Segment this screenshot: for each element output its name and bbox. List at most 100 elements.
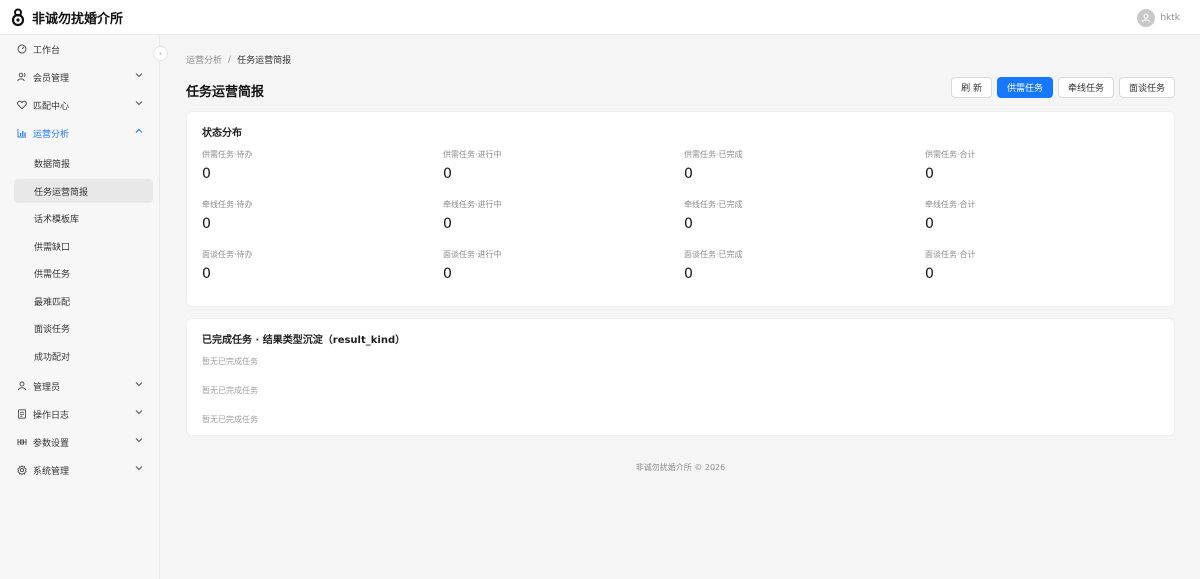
stat-label: 面谈任务·合计: [925, 250, 976, 259]
stat-item: 供需任务·合计 0: [925, 149, 1125, 182]
completed-tasks-card: 已完成任务 · 结果类型沉淀（result_kind） 暂无已完成任务 暂无已完…: [186, 318, 1175, 436]
sidebar-subitem-label: 面谈任务: [34, 324, 71, 335]
sidebar-item-label: 会员管理: [33, 73, 70, 84]
refresh-button[interactable]: 刷 新: [951, 77, 992, 98]
stat-item: 供需任务·进行中 0: [443, 149, 643, 182]
breadcrumb-parent[interactable]: 运营分析: [186, 53, 222, 66]
user-menu[interactable]: hktk: [1137, 9, 1180, 27]
chevron-down-icon: [135, 410, 143, 415]
sidebar-item-label: 管理员: [33, 382, 61, 393]
sidebar-item-parameters[interactable]: 参数设置: [14, 430, 153, 454]
sidebar-subitem-label: 话术模板库: [34, 214, 80, 225]
stat-item: 牵线任务·已完成 0: [684, 199, 884, 232]
stat-label: 供需任务·待办: [202, 150, 253, 159]
stat-label: 供需任务·已完成: [684, 150, 743, 159]
sidebar-subitem-supply-gap[interactable]: 供需缺口: [14, 234, 153, 258]
sidebar-subitem-script-templates[interactable]: 话术模板库: [14, 206, 153, 230]
sidebar-item-system[interactable]: 系统管理: [14, 458, 153, 482]
stat-item: 面谈任务·待办 0: [202, 249, 402, 282]
interview-tasks-button[interactable]: 面谈任务: [1118, 77, 1175, 98]
main-content: 运营分析 / 任务运营简报 任务运营简报 刷 新 供需任务 牵线任务 面谈任务 …: [161, 35, 1200, 579]
status-distribution-card: 状态分布 供需任务·待办 0 供需任务·进行中 0 供需任务·已完成 0 供需任务·合…: [186, 111, 1175, 307]
stat-item: 面谈任务·合计 0: [925, 249, 1125, 282]
sidebar-subitem-label: 最难匹配: [34, 297, 71, 308]
chevron-down-icon: [135, 382, 143, 387]
stat-value: 0: [684, 166, 693, 182]
logo[interactable]: 非诚勿扰婚介所: [0, 8, 123, 27]
stat-label: 面谈任务·已完成: [684, 250, 743, 259]
sidebar-item-matching[interactable]: 匹配中心: [14, 93, 153, 117]
sidebar-subitem-successful-pairs[interactable]: 成功配对: [14, 344, 153, 368]
breadcrumb: 运营分析 / 任务运营简报: [186, 53, 291, 67]
sidebar-item-admins[interactable]: 管理员: [14, 374, 153, 398]
sidebar-subitem-interview-tasks[interactable]: 面谈任务: [14, 316, 153, 340]
stat-label: 面谈任务·进行中: [443, 250, 502, 259]
user-avatar-icon: [1142, 13, 1151, 23]
app-title: 非诚勿扰婚介所: [32, 11, 124, 27]
page-title: 任务运营简报: [186, 85, 265, 100]
username: hktk: [1160, 13, 1180, 23]
chevron-left-icon: ‹: [158, 49, 163, 58]
sidebar-item-members[interactable]: 会员管理: [14, 65, 153, 89]
sidebar-subitem-hardest-match[interactable]: 最难匹配: [14, 289, 153, 313]
sidebar: 工作台 会员管理 匹配中心 运营分析 数据简报 任务运营简报 话术模板库 供需缺…: [0, 35, 160, 579]
sidebar-subitem-task-brief[interactable]: 任务运营简报: [14, 179, 153, 203]
sliders-icon: [17, 437, 27, 447]
stat-value: 0: [202, 166, 211, 182]
users-icon: [17, 72, 27, 82]
breadcrumb-separator: /: [228, 54, 232, 65]
stat-label: 牵线任务·待办: [202, 200, 253, 209]
supply-tasks-button[interactable]: 供需任务: [996, 77, 1053, 98]
avatar[interactable]: [1137, 9, 1156, 27]
matchmake-tasks-button[interactable]: 牵线任务: [1057, 77, 1114, 98]
chevron-down-icon: [135, 73, 143, 78]
log-icon: [17, 409, 27, 419]
sidebar-item-label: 工作台: [33, 45, 61, 56]
gear-icon: [17, 465, 27, 475]
sidebar-item-label: 系统管理: [33, 466, 70, 477]
sidebar-collapse-button[interactable]: ‹: [153, 46, 168, 61]
user-icon: [17, 381, 27, 391]
bar-chart-icon: [17, 128, 27, 138]
sidebar-item-label: 运营分析: [33, 129, 70, 140]
card-title: 状态分布: [202, 128, 242, 139]
stat-item: 供需任务·待办 0: [202, 149, 402, 182]
stat-label: 牵线任务·已完成: [684, 200, 743, 209]
sidebar-subitem-label: 供需缺口: [34, 242, 71, 253]
sidebar-item-label: 操作日志: [33, 410, 70, 421]
empty-state-text: 暂无已完成任务: [202, 357, 258, 366]
stat-label: 牵线任务·合计: [925, 200, 976, 209]
stat-value: 0: [925, 266, 934, 282]
stat-value: 0: [202, 216, 211, 232]
top-header: 非诚勿扰婚介所 hktk: [0, 0, 1200, 35]
chevron-down-icon: [135, 101, 143, 106]
empty-state-text: 暂无已完成任务: [202, 415, 258, 424]
stat-value: 0: [443, 266, 452, 282]
logo-icon: [11, 8, 25, 26]
stat-label: 供需任务·进行中: [443, 150, 502, 159]
stat-value: 0: [925, 166, 934, 182]
card-title: 已完成任务 · 结果类型沉淀（result_kind）: [202, 335, 406, 346]
stat-item: 面谈任务·进行中 0: [443, 249, 643, 282]
stat-item: 牵线任务·进行中 0: [443, 199, 643, 232]
sidebar-subitem-data-brief[interactable]: 数据简报: [14, 151, 153, 175]
sidebar-subitem-supply-tasks[interactable]: 供需任务: [14, 261, 153, 285]
chevron-up-icon: [135, 128, 143, 133]
stat-item: 供需任务·已完成 0: [684, 149, 884, 182]
sidebar-item-analytics[interactable]: 运营分析: [14, 121, 153, 145]
stat-item: 面谈任务·已完成 0: [684, 249, 884, 282]
footer: 非诚勿扰婚介所 © 2026: [635, 463, 726, 472]
sidebar-item-label: 参数设置: [33, 438, 70, 449]
stat-label: 面谈任务·待办: [202, 250, 253, 259]
stat-value: 0: [684, 266, 693, 282]
sidebar-subitem-label: 数据简报: [34, 159, 71, 170]
sidebar-subitem-label: 供需任务: [34, 269, 71, 280]
stat-label: 供需任务·合计: [925, 150, 976, 159]
sidebar-item-operation-log[interactable]: 操作日志: [14, 402, 153, 426]
stat-label: 牵线任务·进行中: [443, 200, 502, 209]
sidebar-item-workbench[interactable]: 工作台: [14, 37, 153, 61]
stat-value: 0: [443, 216, 452, 232]
empty-state-text: 暂无已完成任务: [202, 386, 258, 395]
stat-value: 0: [443, 166, 452, 182]
chevron-down-icon: [135, 438, 143, 443]
